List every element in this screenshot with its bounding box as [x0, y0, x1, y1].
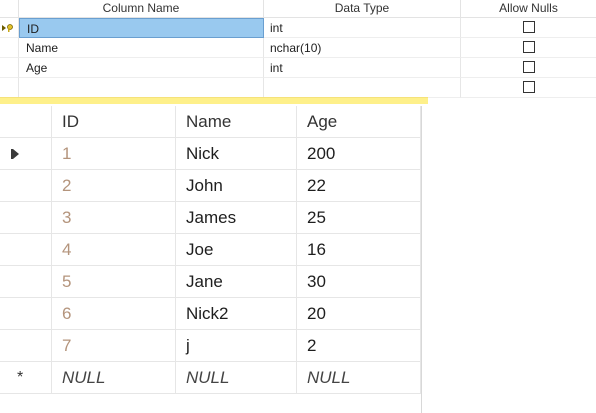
designer-row-name[interactable]: Name nchar(10)	[0, 38, 596, 58]
primary-key-icon	[2, 24, 13, 32]
row-selector[interactable]	[0, 266, 52, 298]
id-column-header[interactable]: ID	[52, 106, 176, 138]
age-cell[interactable]: 16	[297, 234, 421, 266]
row-selector[interactable]	[0, 330, 52, 362]
column-name-header[interactable]: Column Name	[19, 0, 264, 17]
age-cell[interactable]: 2	[297, 330, 421, 362]
name-cell[interactable]: John	[176, 170, 297, 202]
name-cell[interactable]: Nick2	[176, 298, 297, 330]
age-cell[interactable]: 30	[297, 266, 421, 298]
id-cell[interactable]: 6	[52, 298, 176, 330]
name-cell[interactable]: Joe	[176, 234, 297, 266]
data-type-cell[interactable]: int	[264, 58, 461, 78]
id-cell[interactable]: 1	[52, 138, 176, 170]
age-cell[interactable]: 25	[297, 202, 421, 234]
name-column-header[interactable]: Name	[176, 106, 297, 138]
allow-nulls-checkbox[interactable]	[523, 81, 535, 93]
column-name-cell[interactable]	[19, 78, 264, 98]
allow-nulls-checkbox[interactable]	[523, 41, 535, 53]
designer-row-age[interactable]: Age int	[0, 58, 596, 78]
column-name-cell[interactable]: ID	[19, 18, 264, 38]
age-cell[interactable]: 200	[297, 138, 421, 170]
allow-nulls-checkbox[interactable]	[523, 21, 535, 33]
name-cell[interactable]: j	[176, 330, 297, 362]
name-cell[interactable]: James	[176, 202, 297, 234]
age-cell[interactable]: 20	[297, 298, 421, 330]
id-cell[interactable]: 4	[52, 234, 176, 266]
table-row[interactable]: 3 James 25	[0, 202, 421, 234]
row-selector[interactable]	[0, 202, 52, 234]
allow-nulls-cell	[461, 38, 596, 58]
row-selector[interactable]	[0, 138, 52, 170]
table-row[interactable]: 7 j 2	[0, 330, 421, 362]
age-cell[interactable]: 22	[297, 170, 421, 202]
row-selector[interactable]	[0, 298, 52, 330]
data-type-cell[interactable]: nchar(10)	[264, 38, 461, 58]
table-designer: Column Name Data Type Allow Nulls ID int…	[0, 0, 596, 100]
row-selector[interactable]	[0, 234, 52, 266]
new-row-icon: *	[17, 369, 24, 386]
id-cell[interactable]: 3	[52, 202, 176, 234]
row-selector[interactable]	[0, 58, 19, 78]
new-row[interactable]: * NULL NULL NULL	[0, 362, 421, 394]
current-row-arrow-icon	[13, 149, 19, 159]
designer-row-id[interactable]: ID int	[0, 18, 596, 38]
row-selector[interactable]	[0, 38, 19, 58]
row-selector[interactable]	[0, 78, 19, 98]
table-row[interactable]: 1 Nick 200	[0, 138, 421, 170]
designer-header-selector	[0, 0, 19, 17]
id-cell[interactable]: 2	[52, 170, 176, 202]
allow-nulls-cell	[461, 58, 596, 78]
name-cell[interactable]: NULL	[176, 362, 297, 394]
column-name-cell[interactable]: Name	[19, 38, 264, 58]
data-type-cell[interactable]: int	[264, 18, 461, 38]
allow-nulls-header[interactable]: Allow Nulls	[461, 0, 596, 17]
grid-header-row: ID Name Age	[0, 106, 421, 138]
column-name-cell[interactable]: Age	[19, 58, 264, 78]
table-row[interactable]: 5 Jane 30	[0, 266, 421, 298]
table-row[interactable]: 2 John 22	[0, 170, 421, 202]
grid-corner[interactable]	[0, 106, 52, 138]
designer-header: Column Name Data Type Allow Nulls	[0, 0, 596, 18]
id-cell[interactable]: NULL	[52, 362, 176, 394]
data-type-header[interactable]: Data Type	[264, 0, 461, 17]
designer-row-empty[interactable]	[0, 78, 596, 98]
id-cell[interactable]: 7	[52, 330, 176, 362]
row-selector[interactable]	[0, 18, 19, 38]
table-row[interactable]: 4 Joe 16	[0, 234, 421, 266]
data-type-cell[interactable]	[264, 78, 461, 98]
age-cell[interactable]: NULL	[297, 362, 421, 394]
table-row[interactable]: 6 Nick2 20	[0, 298, 421, 330]
allow-nulls-checkbox[interactable]	[523, 61, 535, 73]
id-cell[interactable]: 5	[52, 266, 176, 298]
name-cell[interactable]: Nick	[176, 138, 297, 170]
name-cell[interactable]: Jane	[176, 266, 297, 298]
age-column-header[interactable]: Age	[297, 106, 421, 138]
splitter-bar[interactable]	[0, 97, 428, 199]
allow-nulls-cell	[461, 78, 596, 98]
allow-nulls-cell	[461, 18, 596, 38]
row-selector[interactable]: *	[0, 362, 52, 394]
row-selector[interactable]	[0, 170, 52, 202]
results-grid: ID Name Age 1 Nick 200 2 John 22 3 James…	[0, 106, 422, 413]
